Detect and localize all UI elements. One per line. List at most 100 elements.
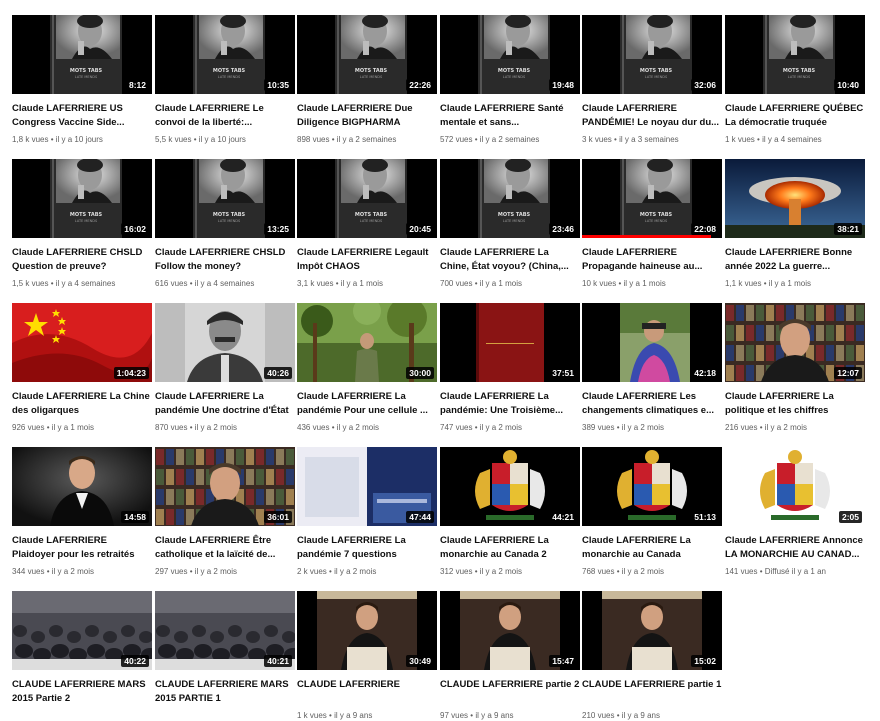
- video-card[interactable]: 1:04:23 Claude LAFERRIERE La Chine des o…: [12, 303, 152, 433]
- video-card[interactable]: 15:47 CLAUDE LAFERRIERE partie 2 97 vues…: [440, 591, 580, 721]
- meta-separator: •: [763, 279, 767, 288]
- video-thumbnail[interactable]: MOTS TABS LATE MENDS 10:40: [725, 15, 865, 94]
- video-thumbnail[interactable]: 36:01: [155, 447, 295, 526]
- video-card[interactable]: 30:00 Claude LAFERRIERE La pandémie Pour…: [297, 303, 437, 433]
- video-thumbnail[interactable]: 40:26: [155, 303, 295, 382]
- video-title[interactable]: Claude LAFERRIERE La pandémie: Une Trois…: [440, 390, 580, 418]
- video-card[interactable]: MOTS TABS LATE MENDS 8:12 Claude LAFERRI…: [12, 15, 152, 145]
- meta-separator: •: [189, 423, 193, 432]
- video-thumbnail[interactable]: 40:22: [12, 591, 152, 670]
- view-count: 297 vues: [155, 567, 188, 576]
- view-count: 747 vues: [440, 423, 473, 432]
- video-card[interactable]: 37:51 Claude LAFERRIERE La pandémie: Une…: [440, 303, 580, 433]
- video-thumbnail[interactable]: MOTS TABS LATE MENDS 13:25: [155, 159, 295, 238]
- video-thumbnail[interactable]: 51:13: [582, 447, 722, 526]
- video-card[interactable]: MOTS TABS LATE MENDS 13:25 Claude LAFERR…: [155, 159, 295, 289]
- video-thumbnail[interactable]: MOTS TABS LATE MENDS 22:26: [297, 15, 437, 94]
- video-title[interactable]: Claude LAFERRIERE Santé mentale et sans.…: [440, 102, 580, 130]
- video-card[interactable]: 38:21 Claude LAFERRIERE Bonne année 2022…: [725, 159, 865, 289]
- video-thumbnail[interactable]: MOTS TABS LATE MENDS 10:35: [155, 15, 295, 94]
- video-title[interactable]: Claude LAFERRIERE La monarchie au Canada: [582, 534, 722, 562]
- video-title[interactable]: Claude LAFERRIERE Être catholique et la …: [155, 534, 295, 562]
- video-title[interactable]: Claude LAFERRIERE Les changements climat…: [582, 390, 722, 418]
- video-thumbnail[interactable]: MOTS TABS LATE MENDS 8:12: [12, 15, 152, 94]
- video-thumbnail[interactable]: 38:21: [725, 159, 865, 238]
- video-title[interactable]: Claude LAFERRIERE QUÉBEC La démocratie t…: [725, 102, 865, 130]
- upload-age: il y a 9 ans: [334, 711, 373, 720]
- video-title[interactable]: Claude LAFERRIERE Due Diligence BIGPHARM…: [297, 102, 437, 130]
- video-card[interactable]: MOTS TABS LATE MENDS 23:46 Claude LAFERR…: [440, 159, 580, 289]
- video-title[interactable]: Claude LAFERRIERE La monarchie au Canada…: [440, 534, 580, 562]
- video-title[interactable]: Claude LAFERRIERE CHSLD Question de preu…: [12, 246, 152, 274]
- upload-age: il y a 2 mois: [51, 567, 94, 576]
- video-title[interactable]: Claude LAFERRIERE La pandémie Une doctri…: [155, 390, 295, 418]
- video-card[interactable]: 40:22 CLAUDE LAFERRIERE MARS 2015 Partie…: [12, 591, 152, 710]
- video-thumbnail[interactable]: MOTS TABS LATE MENDS 23:46: [440, 159, 580, 238]
- video-thumbnail[interactable]: 40:21: [155, 591, 295, 670]
- video-title[interactable]: Claude LAFERRIERE Legault Impôt CHAOS: [297, 246, 437, 274]
- video-title[interactable]: CLAUDE LAFERRIERE MARS 2015 Partie 2: [12, 678, 152, 706]
- video-card[interactable]: 2:05 Claude LAFERRIERE Annonce LA MONARC…: [725, 447, 865, 577]
- video-card[interactable]: 47:44 Claude LAFERRIERE La pandémie 7 qu…: [297, 447, 437, 577]
- video-thumbnail[interactable]: 37:51: [440, 303, 580, 382]
- video-title[interactable]: CLAUDE LAFERRIERE: [297, 678, 437, 706]
- video-title[interactable]: Claude LAFERRIERE La pandémie 7 question…: [297, 534, 437, 562]
- video-title[interactable]: Claude LAFERRIERE Propagande haineuse au…: [582, 246, 722, 274]
- video-thumbnail[interactable]: 15:47: [440, 591, 580, 670]
- video-card[interactable]: 30:49 CLAUDE LAFERRIERE 1 k vues • il y …: [297, 591, 437, 721]
- video-title[interactable]: Claude LAFERRIERE La Chine, État voyou? …: [440, 246, 580, 274]
- video-thumbnail[interactable]: 44:21: [440, 447, 580, 526]
- video-title[interactable]: Claude LAFERRIERE Le convoi de la libert…: [155, 102, 295, 130]
- video-thumbnail[interactable]: 42:18: [582, 303, 722, 382]
- book-title-text: MOTS TABS: [498, 212, 531, 218]
- video-card[interactable]: MOTS TABS LATE MENDS 22:08 Claude LAFERR…: [582, 159, 722, 289]
- video-title[interactable]: Claude LAFERRIERE Plaidoyer pour les ret…: [12, 534, 152, 562]
- video-thumbnail[interactable]: MOTS TABS LATE MENDS 16:02: [12, 159, 152, 238]
- video-title[interactable]: CLAUDE LAFERRIERE partie 2: [440, 678, 580, 706]
- video-title[interactable]: Claude LAFERRIERE La pandémie Pour une c…: [297, 390, 437, 418]
- video-card[interactable]: 36:01 Claude LAFERRIERE Être catholique …: [155, 447, 295, 577]
- video-title[interactable]: Claude LAFERRIERE Bonne année 2022 La gu…: [725, 246, 865, 274]
- video-card[interactable]: MOTS TABS LATE MENDS 22:26 Claude LAFERR…: [297, 15, 437, 145]
- video-title[interactable]: Claude LAFERRIERE La politique et les ch…: [725, 390, 865, 418]
- video-thumbnail[interactable]: MOTS TABS LATE MENDS 22:08: [582, 159, 722, 238]
- video-thumbnail[interactable]: 47:44: [297, 447, 437, 526]
- video-card[interactable]: 51:13 Claude LAFERRIERE La monarchie au …: [582, 447, 722, 577]
- video-meta: 870 vues • il y a 2 mois: [155, 422, 295, 433]
- video-thumbnail[interactable]: 1:04:23: [12, 303, 152, 382]
- video-card[interactable]: 40:21 CLAUDE LAFERRIERE MARS 2015 PARTIE…: [155, 591, 295, 710]
- video-thumbnail[interactable]: MOTS TABS LATE MENDS 20:45: [297, 159, 437, 238]
- video-card[interactable]: 12:07 Claude LAFERRIERE La politique et …: [725, 303, 865, 433]
- video-card[interactable]: 42:18 Claude LAFERRIERE Les changements …: [582, 303, 722, 433]
- video-card[interactable]: 40:26 Claude LAFERRIERE La pandémie Une …: [155, 303, 295, 433]
- video-thumbnail[interactable]: 14:58: [12, 447, 152, 526]
- watch-progress-bar: [582, 235, 711, 238]
- video-title[interactable]: Claude LAFERRIERE PANDÉMIE! Le noyau dur…: [582, 102, 722, 130]
- video-card[interactable]: MOTS TABS LATE MENDS 32:06 Claude LAFERR…: [582, 15, 722, 145]
- video-title[interactable]: Claude LAFERRIERE US Congress Vaccine Si…: [12, 102, 152, 130]
- video-card[interactable]: 44:21 Claude LAFERRIERE La monarchie au …: [440, 447, 580, 577]
- video-card[interactable]: MOTS TABS LATE MENDS 10:40 Claude LAFERR…: [725, 15, 865, 145]
- video-card[interactable]: 14:58 Claude LAFERRIERE Plaidoyer pour l…: [12, 447, 152, 577]
- video-thumbnail[interactable]: MOTS TABS LATE MENDS 32:06: [582, 15, 722, 94]
- video-card[interactable]: MOTS TABS LATE MENDS 16:02 Claude LAFERR…: [12, 159, 152, 289]
- video-title[interactable]: Claude LAFERRIERE La Chine des oligarque…: [12, 390, 152, 418]
- video-thumbnail[interactable]: MOTS TABS LATE MENDS 19:48: [440, 15, 580, 94]
- video-thumbnail[interactable]: 15:02: [582, 591, 722, 670]
- video-thumbnail[interactable]: 30:49: [297, 591, 437, 670]
- video-title[interactable]: CLAUDE LAFERRIERE MARS 2015 PARTIE 1: [155, 678, 295, 706]
- video-title[interactable]: Claude LAFERRIERE CHSLD Follow the money…: [155, 246, 295, 274]
- meta-separator: •: [189, 279, 193, 288]
- video-title[interactable]: CLAUDE LAFERRIERE partie 1: [582, 678, 722, 706]
- video-duration: 12:07: [834, 367, 862, 379]
- video-card[interactable]: MOTS TABS LATE MENDS 10:35 Claude LAFERR…: [155, 15, 295, 145]
- video-card[interactable]: 15:02 CLAUDE LAFERRIERE partie 1 210 vue…: [582, 591, 722, 721]
- video-title[interactable]: Claude LAFERRIERE Annonce LA MONARCHIE A…: [725, 534, 865, 562]
- video-thumbnail[interactable]: 2:05: [725, 447, 865, 526]
- video-meta: 5,5 k vues • il y a 10 jours: [155, 134, 295, 145]
- view-count: 768 vues: [582, 567, 615, 576]
- video-card[interactable]: MOTS TABS LATE MENDS 20:45 Claude LAFERR…: [297, 159, 437, 289]
- video-card[interactable]: MOTS TABS LATE MENDS 19:48 Claude LAFERR…: [440, 15, 580, 145]
- video-thumbnail[interactable]: 12:07: [725, 303, 865, 382]
- video-thumbnail[interactable]: 30:00: [297, 303, 437, 382]
